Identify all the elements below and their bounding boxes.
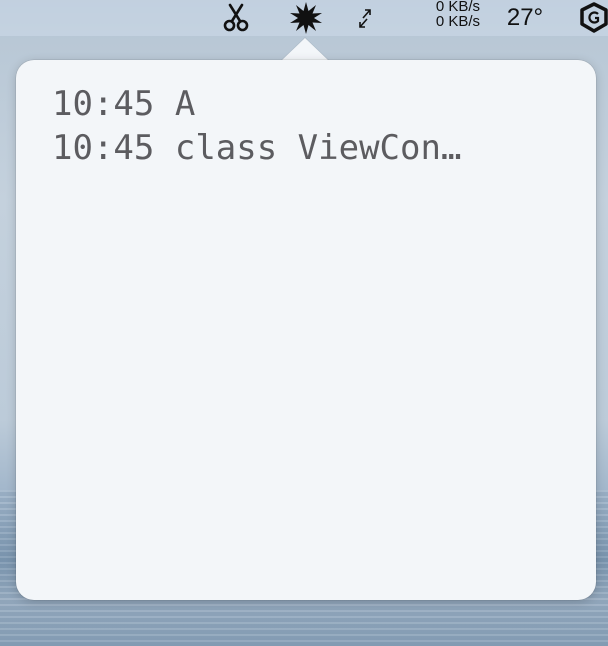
history-item[interactable]: 10:45 A	[52, 82, 566, 126]
history-item-text: class ViewCon…	[174, 128, 462, 168]
scissors-icon[interactable]	[218, 0, 254, 36]
temperature-reading[interactable]: 27°	[498, 0, 552, 36]
upload-speed: 0 KB/s	[435, 0, 480, 15]
menu-bar: 0 KB/s 0 KB/s 27°	[0, 0, 608, 36]
clipboard-history-popover: 10:45 A 10:45 class ViewCon…	[16, 60, 596, 600]
clipboard-history-list: 10:45 A 10:45 class ViewCon…	[52, 82, 566, 170]
history-item-time: 10:45	[52, 84, 155, 124]
history-item-text: A	[174, 84, 196, 124]
network-speed-monitor[interactable]: 0 KB/s 0 KB/s	[404, 0, 480, 32]
history-item[interactable]: 10:45 class ViewCon…	[52, 126, 566, 170]
download-speed: 0 KB/s	[435, 13, 480, 30]
expand-arrows-icon[interactable]	[350, 0, 380, 36]
burst-icon[interactable]	[286, 0, 326, 36]
history-item-time: 10:45	[52, 128, 155, 168]
popover-caret	[281, 38, 329, 61]
app-logo-icon[interactable]	[574, 0, 608, 36]
